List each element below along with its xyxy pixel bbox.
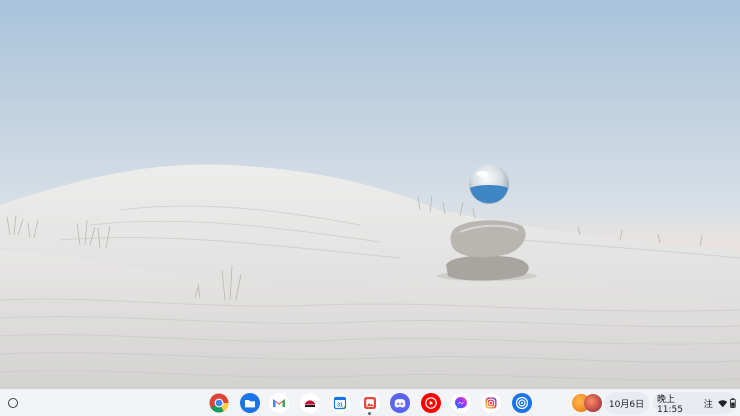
pizza-hut-app[interactable]: [300, 393, 320, 413]
discord-icon: [390, 393, 410, 413]
chrome-icon: [209, 393, 229, 413]
status-tray-button[interactable]: 晚上11:55 注: [653, 392, 736, 415]
wifi-icon: [717, 399, 728, 407]
date-label: 10月6日: [608, 399, 645, 410]
chrome-app[interactable]: [209, 393, 229, 413]
instagram-icon: [481, 393, 501, 413]
files-icon: [240, 393, 260, 413]
desktop-wallpaper: [0, 0, 740, 416]
date-tray-button[interactable]: 10月6日: [604, 392, 649, 414]
nearby-share-icon: [512, 393, 532, 413]
battery-icon: [730, 398, 736, 408]
messenger-icon: [451, 393, 471, 413]
files-app[interactable]: [240, 393, 260, 413]
youtube-music-app[interactable]: [421, 393, 441, 413]
time-label: 晚上11:55: [657, 394, 683, 415]
pizza-hut-icon: [300, 393, 320, 413]
phone-hub-icon[interactable]: [584, 394, 602, 412]
nearby-share-app[interactable]: [512, 393, 532, 413]
calendar-day-label: 31: [337, 403, 343, 409]
calendar-icon: 31: [330, 393, 350, 413]
gallery-app[interactable]: [360, 393, 380, 413]
discord-app[interactable]: [390, 393, 410, 413]
launcher-button[interactable]: [4, 394, 22, 412]
gmail-app[interactable]: [269, 393, 289, 413]
calendar-app[interactable]: 31: [330, 393, 350, 413]
gmail-icon: [269, 393, 289, 413]
messenger-app[interactable]: [451, 393, 471, 413]
youtube-music-icon: [421, 393, 441, 413]
gallery-icon: [360, 393, 380, 413]
gallery-running-indicator: [368, 412, 371, 415]
launcher-icon: [8, 398, 18, 408]
instagram-app[interactable]: [481, 393, 501, 413]
ime-indicator: 注: [703, 399, 713, 410]
